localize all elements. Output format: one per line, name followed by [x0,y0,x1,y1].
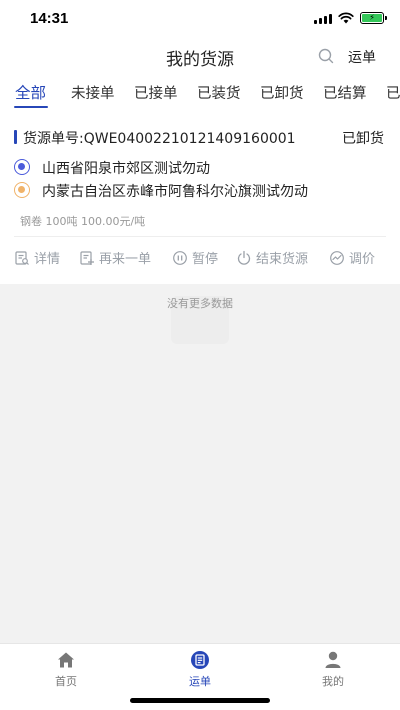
nav-bar: 我的货源 运单 [0,38,400,74]
status-icons: ⚡ [314,12,387,24]
search-icon[interactable] [318,48,334,64]
pause-button[interactable]: 暂停 [172,248,218,267]
battery-charging-icon: ⚡ [360,12,387,24]
price-adjust-icon [330,250,344,265]
detail-icon [15,250,29,265]
tab-accepted[interactable]: 已接单 [134,82,178,103]
home-indicator [130,698,270,703]
reorder-button[interactable]: 再来一单 [79,248,151,267]
goods-info: 钢卷 100吨 100.00元/吨 [20,215,146,228]
active-tab-indicator [14,106,48,108]
waybill-link[interactable]: 运单 [348,47,376,67]
order-card[interactable]: 货源单号:QWE0400221012140916000​1 已卸货 山西省阳泉市… [0,112,400,284]
detail-button[interactable]: 详情 [14,248,60,267]
status-time: 14:31 [30,10,69,27]
tab-not-accepted[interactable]: 未接单 [71,82,115,103]
origin-address: 山西省阳泉市郊区测试勿动 [42,161,210,177]
pause-label: 暂停 [192,252,219,267]
end-source-button[interactable]: 结束货源 [236,248,308,267]
tab-unloaded[interactable]: 已卸货 [260,82,304,103]
wifi-icon [338,12,354,24]
destination-row: 内蒙古自治区赤峰市阿鲁科尔沁旗测试勿动 [14,180,386,200]
tab-more[interactable]: 已 [386,82,400,103]
end-source-label: 结束货源 [256,252,309,267]
pause-icon [173,250,187,265]
home-icon [58,652,74,668]
price-adjust-label: 调价 [349,252,376,267]
tabbar-waybill-label: 运单 [189,675,211,688]
status-badge: 已卸货 [342,131,384,147]
tab-settled[interactable]: 已结算 [323,82,367,103]
waybill-icon [191,651,209,669]
destination-address: 内蒙古自治区赤峰市阿鲁科尔沁旗测试勿动 [42,184,308,200]
origin-row: 山西省阳泉市郊区测试勿动 [14,157,386,177]
tabbar-home[interactable]: 首页 [26,650,106,689]
order-actions: 详情 再来一单 暂停 结束货源 调价 [0,248,400,268]
header-accent-bar [14,130,17,144]
tabbar-waybill[interactable]: 运单 [160,650,240,689]
status-bar: 14:31 ⚡ [0,0,400,38]
reorder-icon [80,250,94,265]
tab-all[interactable]: 全部 [15,81,46,103]
tab-loaded[interactable]: 已装货 [197,82,241,103]
card-divider [14,236,386,237]
page-title: 我的货源 [166,50,234,70]
destination-dot-icon [14,182,30,198]
reorder-label: 再来一单 [99,252,152,267]
order-number: 货源单号:QWE0400221012140916000​1 [23,131,296,147]
tabbar-home-label: 首页 [55,675,77,688]
origin-dot-icon [14,159,30,175]
price-adjust-button[interactable]: 调价 [329,248,375,267]
status-tabs: 全部 未接单 已接单 已装货 已卸货 已结算 已 [0,74,400,112]
profile-icon [325,651,341,668]
list-end-text: 没有更多数据 [167,297,233,310]
detail-label: 详情 [34,252,61,267]
tabbar-profile-label: 我的 [322,675,344,688]
order-header: 货源单号:QWE0400221012140916000​1 已卸货 [14,128,384,148]
power-icon [237,250,251,265]
tabbar-profile[interactable]: 我的 [293,650,373,689]
cellular-signal-icon [314,13,332,24]
